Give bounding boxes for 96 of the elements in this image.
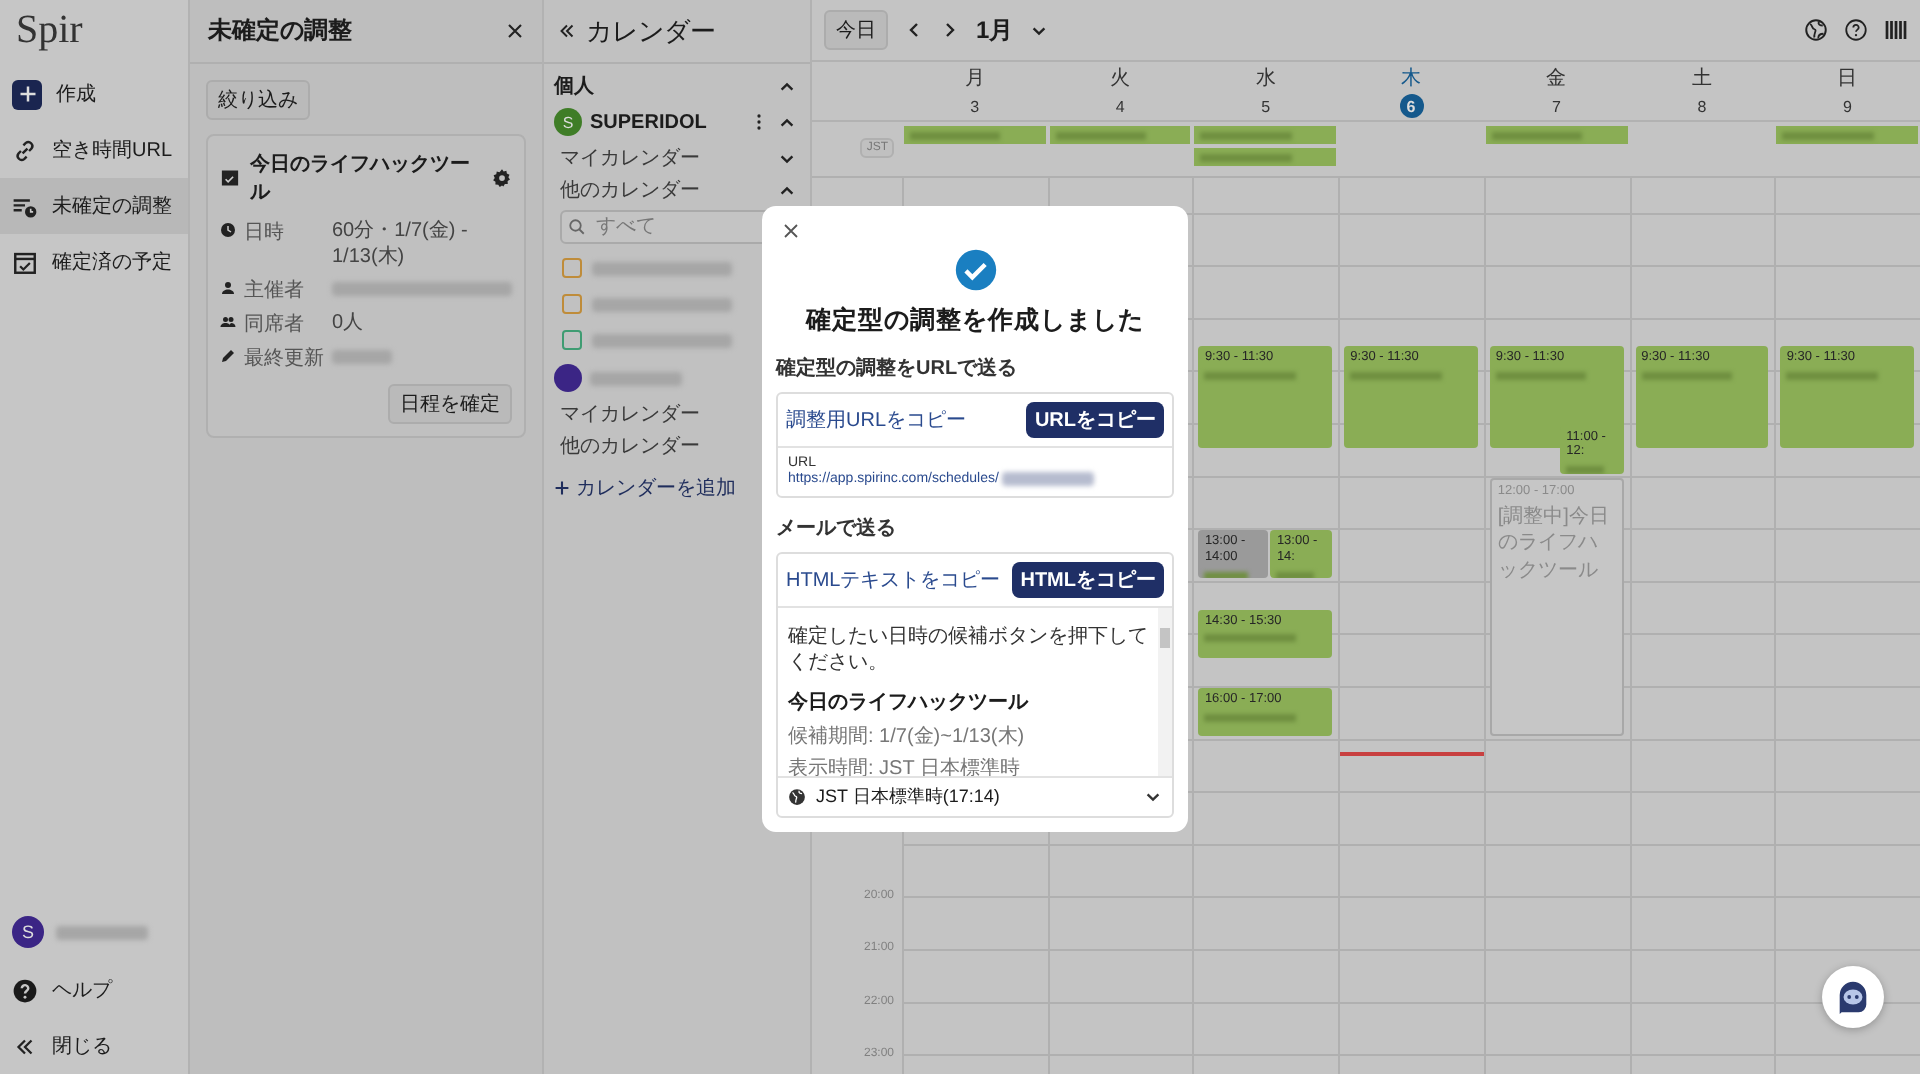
scrollbar[interactable] — [1158, 608, 1172, 776]
weekday-label: 土 — [1691, 65, 1712, 92]
preview-text: 確定したい日時の候補ボタンを押下してください。 — [788, 626, 1148, 676]
section-heading: 確定型の調整をURLで送る — [776, 354, 1018, 382]
date-label[interactable]: 7 — [1544, 94, 1569, 118]
event-title: [調整中]今日のライフハックツール — [1497, 503, 1611, 585]
preview-title: 今日のライフハックツール — [788, 689, 1028, 716]
list-clock-icon — [12, 193, 38, 219]
nav-item[interactable]: 閉じる — [0, 1018, 188, 1074]
blurred-name — [592, 333, 732, 347]
weekday-label: 月 — [964, 66, 985, 92]
filter-button[interactable]: 絞り込み — [206, 80, 310, 120]
chevron-icon[interactable] — [778, 181, 796, 199]
close-icon[interactable] — [506, 22, 524, 40]
panel-title: 未確定の調整 — [208, 14, 352, 48]
preview-meta: 候補期間: 1/7(金)~1/13(木) — [788, 723, 1025, 750]
blurred-name — [592, 261, 732, 275]
dialog-title: 確定型の調整を作成しました — [806, 304, 1144, 338]
schedule-card[interactable]: 今日のライフハックツール 日時 60分・1/7(金) - 1/13(木) 主催者 同席者 0人 最終更新 日程を確定 — [206, 134, 526, 438]
blurred-name — [56, 925, 148, 939]
user-avatar[interactable]: S — [12, 916, 44, 948]
date-label[interactable]: 3 — [962, 94, 987, 118]
more-icon[interactable] — [756, 112, 762, 132]
today-button[interactable]: 今日 — [824, 10, 888, 50]
calendar-group[interactable]: マイカレンダー — [560, 144, 770, 172]
calendar-group[interactable]: 他のカレンダー — [560, 176, 770, 204]
chat-button[interactable] — [1822, 966, 1884, 1028]
blurred-name — [592, 297, 732, 311]
clock-icon — [220, 222, 236, 238]
date-label[interactable]: 4 — [1108, 94, 1133, 118]
settings-icon[interactable] — [492, 168, 512, 188]
confirm-button[interactable]: 日程を確定 — [388, 384, 512, 424]
date-label[interactable]: 6 — [1399, 94, 1424, 118]
section-heading: メールで送る — [776, 515, 896, 542]
sidebar-title: カレンダー — [586, 13, 716, 49]
nav-item[interactable]: 作成 — [0, 66, 188, 122]
account-avatar: S — [554, 108, 582, 136]
nav-item[interactable]: 確定済の予定 — [0, 234, 188, 290]
calendar-check-icon — [220, 168, 240, 188]
help-icon — [12, 977, 38, 1003]
add-calendar-link[interactable]: カレンダーを追加 — [554, 474, 736, 502]
weekday-label: 金 — [1546, 66, 1567, 92]
field-label: 主催者 — [244, 277, 306, 304]
weekday-label: 木 — [1401, 65, 1422, 92]
calendar-check-icon — [12, 249, 38, 275]
field-label: 日時 — [244, 219, 286, 246]
pencil-icon — [220, 348, 236, 364]
chevron-icon[interactable] — [778, 77, 796, 95]
weekday-label: 火 — [1110, 65, 1131, 92]
nav-item[interactable]: ヘルプ — [0, 962, 188, 1018]
weekday-label: 水 — [1255, 65, 1276, 92]
globe-icon[interactable] — [1804, 18, 1828, 42]
link-icon — [12, 137, 38, 163]
copy-label: HTMLテキストをコピー — [786, 568, 1001, 594]
chevron-right-icon[interactable] — [940, 20, 960, 40]
blurred-value — [332, 350, 392, 364]
calendar-checkbox[interactable] — [562, 330, 582, 350]
field-label: 最終更新 — [244, 345, 324, 372]
globe-icon — [788, 788, 806, 806]
copy-url-button[interactable]: URLをコピー — [1026, 402, 1164, 438]
caret-icon — [1144, 788, 1162, 806]
field-value: 60分・1/7(金) - 1/13(木) — [332, 218, 470, 270]
view-columns-icon[interactable] — [1884, 18, 1908, 42]
timezone-select[interactable]: JST 日本標準時(17:14) — [778, 778, 1172, 816]
field-value: 0人 — [332, 310, 366, 336]
current-time-line — [1340, 752, 1484, 756]
weekday-label: 日 — [1837, 66, 1858, 92]
double-chevron-left-icon[interactable] — [556, 20, 578, 42]
date-label[interactable]: 8 — [1689, 94, 1714, 118]
check-circle-icon — [953, 248, 997, 292]
nav-item[interactable]: 未確定の調整 — [0, 178, 188, 234]
date-label[interactable]: 9 — [1835, 94, 1860, 118]
copy-html-button[interactable]: HTMLをコピー — [1012, 562, 1164, 598]
spir-logo[interactable]: Spir — [0, 0, 83, 66]
chevron-icon[interactable] — [778, 113, 796, 131]
date-label[interactable]: 5 — [1253, 94, 1278, 118]
person-icon — [220, 280, 236, 296]
copy-label: 調整用URLをコピー — [786, 407, 967, 434]
nav-item[interactable]: 空き時間URL — [0, 122, 188, 178]
blurred-url — [1002, 472, 1095, 486]
close-icon[interactable] — [782, 222, 800, 240]
people-icon — [220, 314, 236, 330]
section-title: 個人 — [554, 73, 596, 100]
card-title: 今日のライフハックツール — [250, 151, 472, 206]
field-label: 同席者 — [244, 311, 306, 338]
help-icon[interactable] — [1844, 18, 1868, 42]
search-icon — [568, 218, 586, 236]
chevron-left-icon[interactable] — [904, 20, 924, 40]
robot-face-icon — [1834, 978, 1872, 1016]
month-selector[interactable]: 1月 — [976, 13, 1014, 47]
calendar-checkbox[interactable] — [562, 258, 582, 278]
account-name: SUPERIDOL — [590, 111, 707, 133]
plus-icon — [12, 79, 42, 109]
calendar-checkbox[interactable] — [562, 294, 582, 314]
blurred-name — [590, 371, 682, 385]
plus-icon — [554, 480, 570, 496]
